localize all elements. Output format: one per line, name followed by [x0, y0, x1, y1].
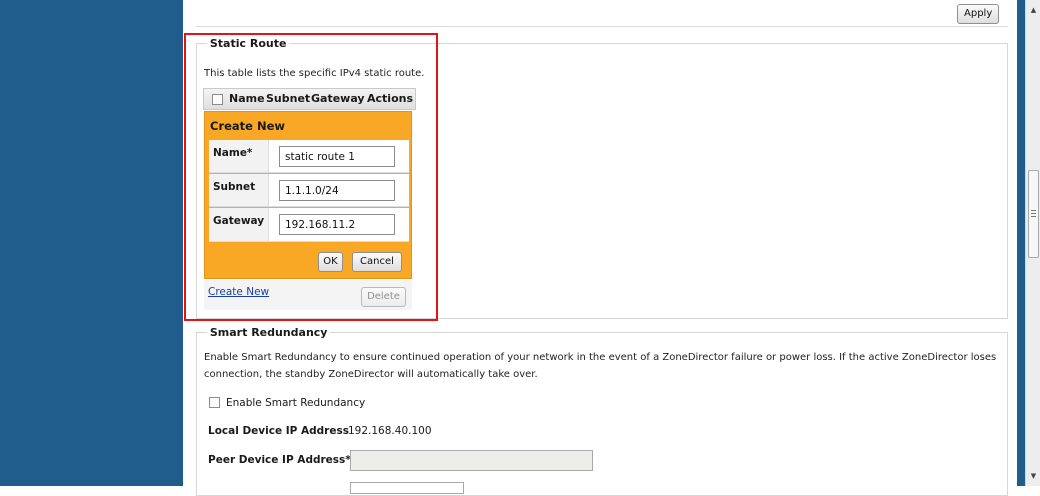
apply-button[interactable]: Apply [957, 4, 999, 24]
grip-line-icon [1031, 213, 1036, 214]
scroll-down-arrow-icon[interactable]: ▼ [1026, 469, 1040, 483]
smart-redundancy-description: Enable Smart Redundancy to ensure contin… [204, 352, 997, 380]
right-border-strip [1017, 0, 1025, 486]
highlight-box [184, 33, 438, 321]
vertical-scrollbar[interactable]: ▲ ▼ [1025, 0, 1040, 486]
local-ip-label: Local Device IP Address [208, 425, 349, 437]
left-navigation-panel [0, 0, 183, 486]
smart-redundancy-title: Smart Redundancy [209, 326, 328, 339]
grip-line-icon [1031, 210, 1036, 211]
enable-smart-redundancy-checkbox[interactable] [209, 397, 220, 408]
scroll-thumb[interactable] [1028, 170, 1039, 258]
peer-ip-label: Peer Device IP Address* [208, 454, 351, 466]
grip-line-icon [1031, 216, 1036, 217]
scroll-up-arrow-icon[interactable]: ▲ [1026, 3, 1040, 17]
local-ip-value: 192.168.40.100 [348, 425, 432, 437]
enable-smart-redundancy-label: Enable Smart Redundancy [226, 397, 366, 409]
next-field-input[interactable] [350, 482, 464, 494]
peer-ip-input[interactable] [350, 450, 593, 471]
section-divider [196, 26, 1008, 27]
